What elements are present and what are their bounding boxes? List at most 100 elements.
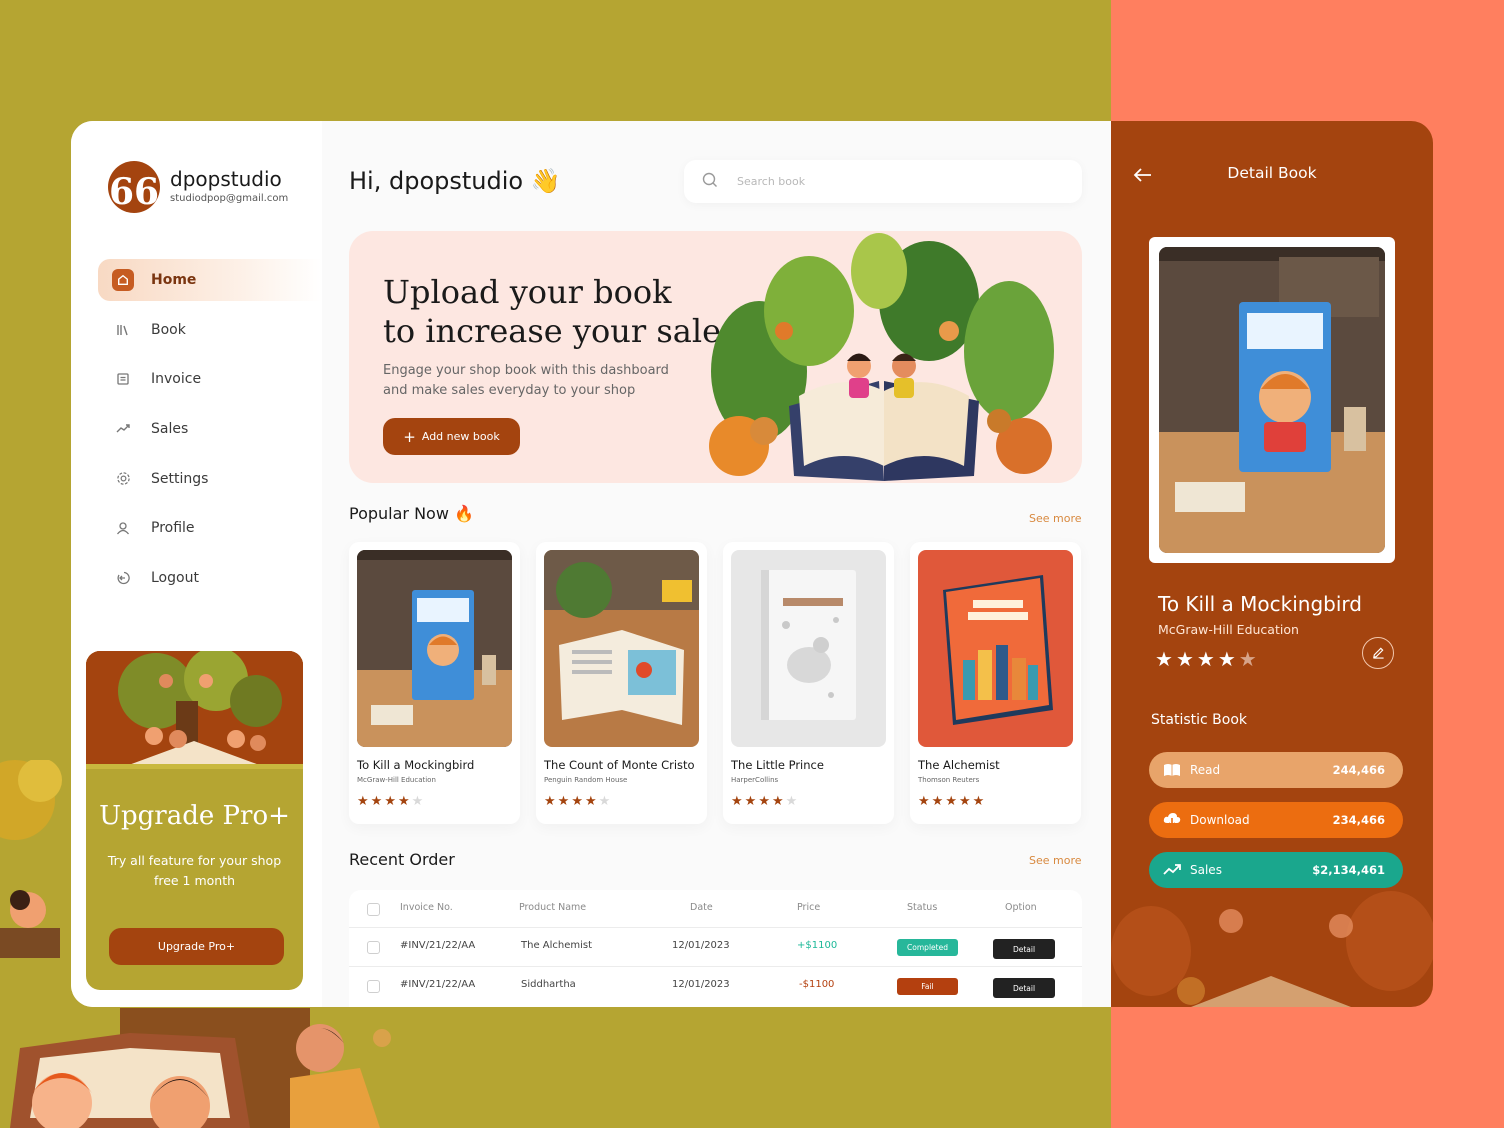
star-icon: ★ <box>918 794 932 809</box>
sidebar: 66 dpopstudio studiodpop@gmail.com Home … <box>71 121 322 1007</box>
star-icon: ★ <box>370 794 385 809</box>
sidebar-item-label: Logout <box>151 570 199 587</box>
rating-stars: ★★★★★ <box>357 794 425 809</box>
column-header: Invoice No. <box>400 902 453 913</box>
book-card[interactable]: The Count of Monte Cristo Penguin Random… <box>536 542 707 824</box>
page-greeting: Hi, dpopstudio 👋 <box>349 167 561 195</box>
download-cloud-icon <box>1163 811 1181 829</box>
sidebar-item-settings[interactable]: Settings <box>98 458 322 500</box>
book-cover-image <box>544 550 699 747</box>
star-icon: ★ <box>544 794 558 809</box>
add-new-book-button[interactable]: + Add new book <box>383 418 520 455</box>
hero-subtitle: Engage your shop book with this dashboar… <box>383 363 669 398</box>
table-header: Invoice No. Product Name Date Price Stat… <box>349 890 1082 929</box>
star-icon: ★ <box>744 794 759 809</box>
brand-logo: 66 <box>108 161 160 213</box>
book-open-icon <box>1163 761 1181 779</box>
book-cover-image <box>731 550 886 747</box>
book-title: To Kill a Mockingbird <box>357 758 475 772</box>
sidebar-nav: Home Book Invoice Sales Settings Profile… <box>98 259 322 607</box>
detail-book-cover-image <box>1159 247 1385 553</box>
sidebar-item-home[interactable]: Home <box>98 259 322 301</box>
book-cover-image <box>357 550 512 747</box>
detail-book-publisher: McGraw-Hill Education <box>1158 622 1299 637</box>
hero-title-line2: to increase your sales <box>383 312 738 350</box>
order-date: 12/01/2023 <box>672 940 730 951</box>
upgrade-button[interactable]: Upgrade Pro+ <box>109 928 284 965</box>
recent-order-title: Recent Order <box>349 850 455 869</box>
dashboard-window: 66 dpopstudio studiodpop@gmail.com Home … <box>71 121 1111 1007</box>
home-icon <box>112 269 134 291</box>
search-bar[interactable] <box>684 160 1082 203</box>
search-input[interactable] <box>737 175 1037 188</box>
star-icon: ★ <box>1196 647 1218 671</box>
sidebar-item-label: Book <box>151 321 186 338</box>
star-icon: ★ <box>758 794 772 809</box>
stat-download: Download 234,466 <box>1149 802 1403 838</box>
pencil-icon <box>1372 644 1385 663</box>
invoice-number: #INV/21/22/AA <box>400 940 476 951</box>
column-header: Product Name <box>519 902 587 913</box>
hero-title-line1: Upload your book <box>383 273 672 311</box>
table-row: #INV/21/22/AA Siddhartha 12/01/2023 -$11… <box>349 966 1082 1005</box>
book-card[interactable]: To Kill a Mockingbird McGraw-Hill Educat… <box>349 542 520 824</box>
books-icon <box>114 321 132 339</box>
star-icon: ★ <box>357 794 371 809</box>
stat-value: 244,466 <box>1332 763 1385 777</box>
plus-icon: + <box>403 427 416 446</box>
orders-table: Invoice No. Product Name Date Price Stat… <box>349 890 1082 1007</box>
upgrade-promo-card: Upgrade Pro+ Try all feature for your sh… <box>86 651 303 990</box>
detail-button[interactable]: Detail <box>993 978 1055 998</box>
gear-icon <box>114 470 132 488</box>
row-checkbox[interactable] <box>367 941 380 954</box>
sidebar-item-book[interactable]: Book <box>98 309 322 351</box>
popular-books-list: To Kill a Mockingbird McGraw-Hill Educat… <box>349 542 1082 824</box>
table-row: #INV/21/22/AA The Alchemist 12/01/2023 +… <box>349 927 1082 966</box>
rating-stars: ★★★★★ <box>918 794 986 809</box>
edit-button[interactable] <box>1362 637 1394 669</box>
star-icon: ★ <box>598 794 613 809</box>
detail-cover-frame <box>1149 237 1395 563</box>
detail-button[interactable]: Detail <box>993 939 1055 959</box>
kids-reading-illustration <box>10 1008 391 1128</box>
status-badge: Completed <box>897 939 958 956</box>
book-card[interactable]: The Alchemist Thomson Reuters ★★★★★ <box>910 542 1081 824</box>
popular-see-more-link[interactable]: See more <box>1029 512 1082 525</box>
column-header: Date <box>690 902 713 913</box>
detail-panel-illustration <box>1111 891 1433 1007</box>
star-icon: ★ <box>771 794 786 809</box>
invoice-number: #INV/21/22/AA <box>400 979 476 990</box>
star-icon: ★ <box>397 794 412 809</box>
book-card[interactable]: The Little Prince HarperCollins ★★★★★ <box>723 542 894 824</box>
select-all-checkbox[interactable] <box>367 903 380 916</box>
book-publisher: HarperCollins <box>731 776 779 784</box>
sidebar-item-invoice[interactable]: Invoice <box>98 358 322 400</box>
detail-rating-stars: ★★★★★ <box>1155 647 1260 671</box>
star-icon: ★ <box>931 794 946 809</box>
star-icon: ★ <box>411 794 426 809</box>
hero-banner: Upload your book to increase your sales … <box>349 231 1082 483</box>
book-title: The Count of Monte Cristo <box>544 758 695 772</box>
rating-stars: ★★★★★ <box>544 794 612 809</box>
star-icon: ★ <box>972 794 987 809</box>
column-header: Option <box>1005 902 1037 913</box>
detail-book-panel: Detail Book To Kill a Mockingbird McGraw… <box>1111 121 1433 1007</box>
search-icon <box>702 172 718 192</box>
book-cover-image <box>918 550 1073 747</box>
stat-value: $2,134,461 <box>1312 863 1385 877</box>
sidebar-item-logout[interactable]: Logout <box>98 557 322 599</box>
sidebar-item-sales[interactable]: Sales <box>98 408 322 450</box>
row-checkbox[interactable] <box>367 980 380 993</box>
order-date: 12/01/2023 <box>672 979 730 990</box>
sidebar-item-label: Sales <box>151 421 189 438</box>
stat-value: 234,466 <box>1332 813 1385 827</box>
add-new-book-label: Add new book <box>421 430 500 443</box>
stat-label: Sales <box>1190 863 1222 877</box>
star-icon: ★ <box>1238 647 1260 671</box>
jungle-book-illustration <box>709 233 1054 481</box>
star-icon: ★ <box>1175 647 1197 671</box>
sidebar-item-label: Home <box>151 272 197 288</box>
column-header: Status <box>907 902 938 913</box>
orders-see-more-link[interactable]: See more <box>1029 854 1082 867</box>
sidebar-item-profile[interactable]: Profile <box>98 507 322 549</box>
